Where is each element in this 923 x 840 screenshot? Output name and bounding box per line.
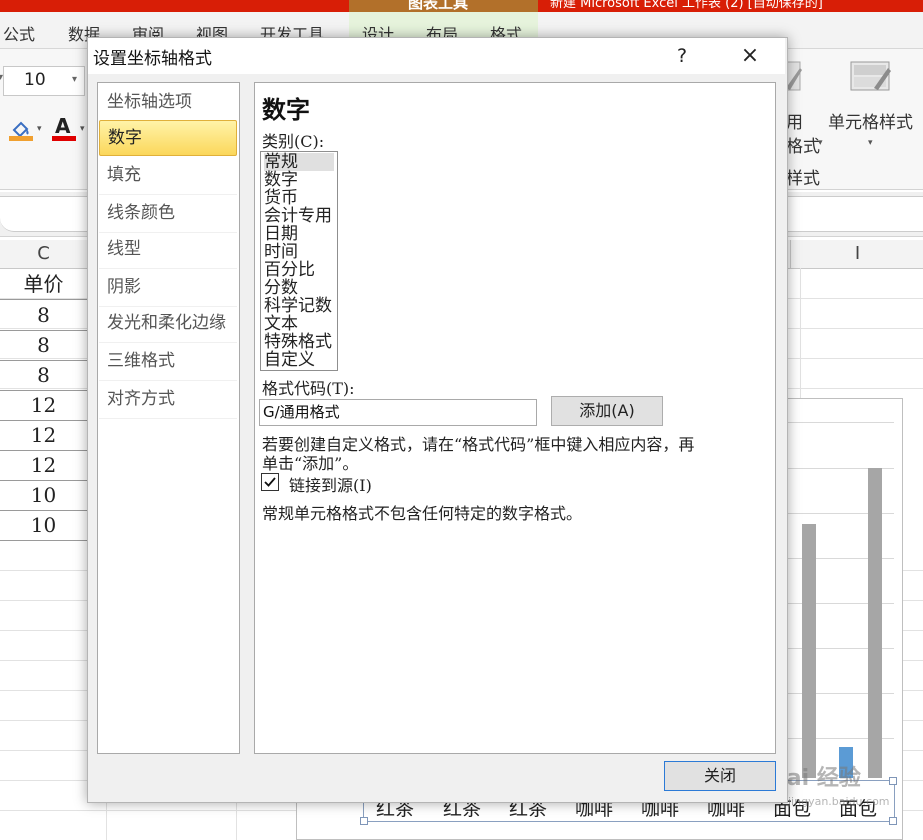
nav-alignment[interactable]: 对齐方式 [99, 381, 237, 419]
cell-price[interactable]: 8 [0, 330, 87, 361]
chart-bar[interactable] [802, 524, 816, 778]
section-title: 数字 [262, 96, 310, 124]
cell-price[interactable]: 8 [0, 300, 87, 331]
list-item[interactable]: 自定义 [264, 351, 315, 369]
selection-handle[interactable] [360, 817, 368, 825]
category-label: 类别(C): [262, 132, 325, 151]
cell-header[interactable]: 单价 [0, 269, 87, 300]
list-item[interactable]: 特殊格式 [264, 333, 332, 351]
font-color-icon[interactable]: A [55, 114, 70, 138]
nav-line-style[interactable]: 线型 [99, 231, 237, 269]
chevron-down-icon[interactable]: ▾ [80, 124, 85, 134]
list-item[interactable]: 会计专用 [264, 207, 332, 225]
cell-price[interactable]: 12 [0, 450, 87, 481]
add-button[interactable]: 添加(A) [551, 396, 663, 426]
list-item[interactable]: 时间 [264, 243, 298, 261]
help-button[interactable]: ? [668, 42, 696, 70]
chevron-down-icon: ▾ [72, 74, 78, 85]
cell-price[interactable]: 10 [0, 480, 87, 511]
list-item[interactable]: 科学记数 [264, 297, 332, 315]
column-header-c[interactable]: C [0, 240, 88, 268]
ribbon-fragment-label: 用 [786, 113, 803, 133]
selection-handle[interactable] [889, 777, 897, 785]
nav-axis-options[interactable]: 坐标轴选项 [99, 84, 237, 122]
close-icon[interactable]: × [734, 42, 766, 70]
chevron-down-icon[interactable]: ▾ [868, 138, 873, 148]
nav-number[interactable]: 数字 [99, 120, 237, 156]
font-size-value: 10 [24, 70, 46, 90]
cell-price[interactable]: 12 [0, 420, 87, 451]
list-item[interactable]: 数字 [264, 171, 298, 189]
window-title: 新建 Microsoft Excel 工作表 (2) [自动保存的] [550, 0, 823, 11]
nav-line-color[interactable]: 线条颜色 [99, 195, 237, 233]
nav-glow-soft-edges[interactable]: 发光和柔化边缘 [99, 305, 237, 343]
chart-gridline [786, 422, 894, 423]
format-description: 常规单元格格式不包含任何特定的数字格式。 [262, 504, 583, 523]
list-item[interactable]: 分数 [264, 279, 298, 297]
chevron-down-icon[interactable]: ▾ [818, 138, 823, 148]
format-code-input[interactable]: G/通用格式 [259, 399, 537, 426]
nav-fill[interactable]: 填充 [99, 157, 237, 195]
instruction-text: 单击“添加”。 [262, 454, 359, 473]
format-code-label: 格式代码(T): [262, 379, 355, 398]
tab-formulas[interactable]: 公式 [3, 21, 35, 45]
cell-styles-icon[interactable] [850, 58, 892, 94]
checkmark-icon [264, 477, 276, 487]
watermark-url: jingyan.baidu.com [788, 795, 890, 808]
dialog-title: 设置坐标轴格式 [93, 49, 212, 69]
chart-bar[interactable] [868, 468, 882, 778]
font-size-select[interactable]: 10 ▾ [3, 66, 85, 96]
cell-price[interactable]: 12 [0, 390, 87, 421]
column-header-i[interactable]: I [790, 240, 923, 268]
list-item[interactable]: 百分比 [264, 261, 315, 279]
fill-color-swatch [9, 136, 33, 141]
link-to-source-label[interactable]: 链接到源(I) [289, 472, 372, 496]
font-color-swatch [52, 136, 76, 141]
nav-3d-format[interactable]: 三维格式 [99, 343, 237, 381]
cell-price[interactable]: 10 [0, 510, 87, 541]
chevron-down-icon[interactable]: ▾ [37, 124, 42, 134]
close-button[interactable]: 关闭 [664, 761, 776, 791]
list-item[interactable]: 常规 [264, 153, 334, 171]
list-item[interactable]: 日期 [264, 225, 298, 243]
ribbon-fragment-label: 格式 [786, 137, 820, 157]
styles-group-label: 样式 [786, 169, 820, 189]
link-to-source-checkbox[interactable] [261, 473, 279, 491]
selection-handle[interactable] [889, 817, 897, 825]
list-item[interactable]: 文本 [264, 315, 298, 333]
cell-styles-label[interactable]: 单元格样式 [828, 108, 913, 133]
nav-shadow[interactable]: 阴影 [99, 269, 237, 307]
category-listbox[interactable]: 常规 数字 货币 会计专用 日期 时间 百分比 分数 科学记数 文本 特殊格式 … [260, 151, 338, 371]
cell-price[interactable]: 8 [0, 360, 87, 391]
list-item[interactable]: 货币 [264, 189, 298, 207]
